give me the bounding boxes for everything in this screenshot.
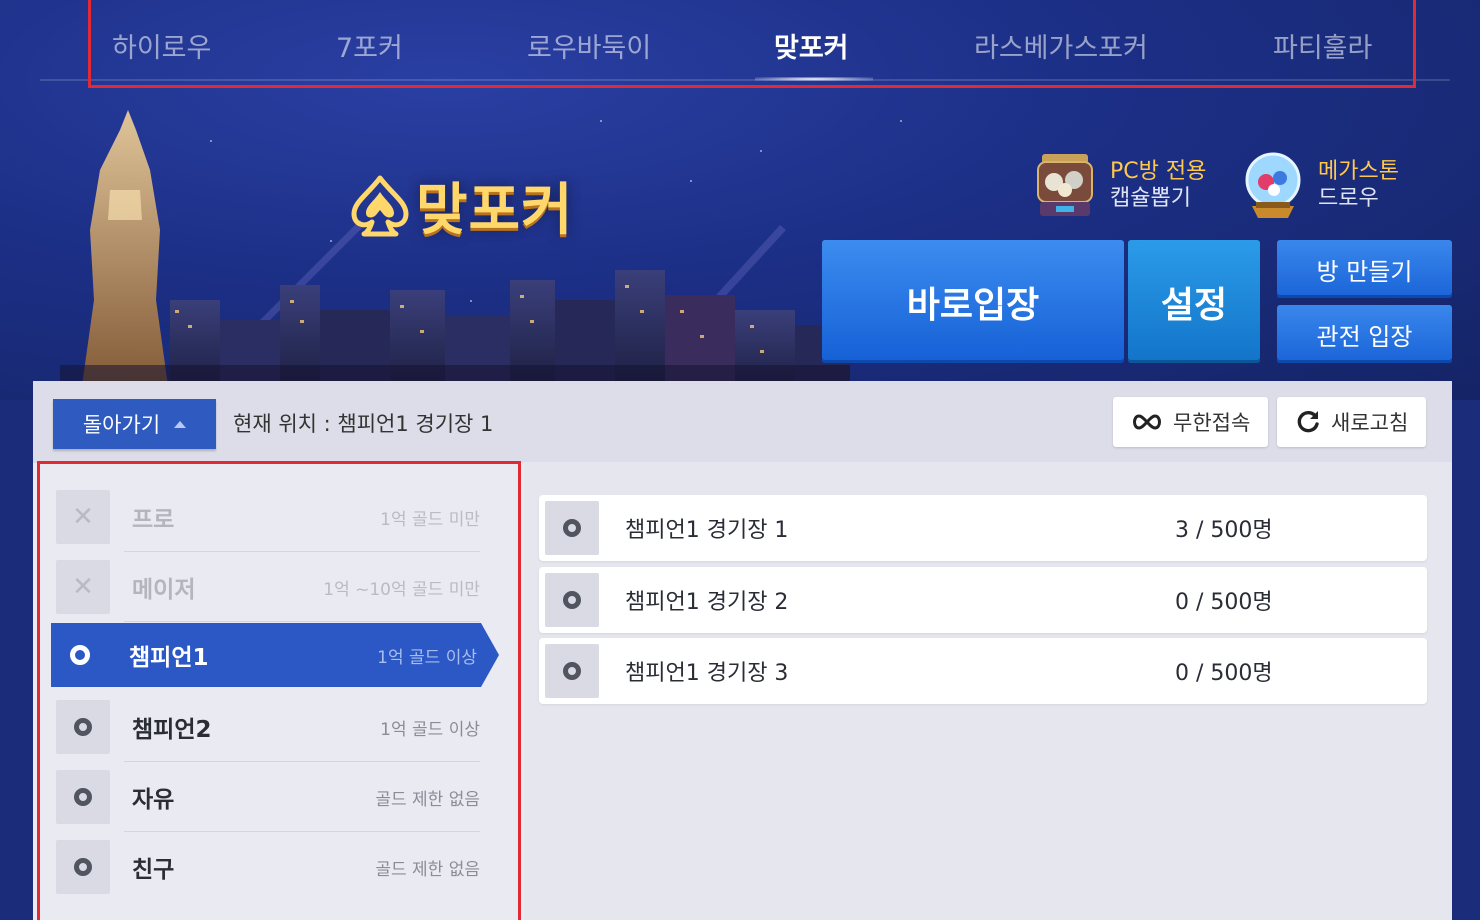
league-name: 챔피언2 bbox=[132, 717, 212, 743]
promo-capsule-title: PC방 전용 bbox=[1110, 159, 1207, 184]
radio-icon bbox=[74, 858, 92, 876]
league-name: 친구 bbox=[132, 857, 175, 883]
tab-hilow[interactable]: 하이로우 bbox=[112, 26, 211, 65]
league-condition: 1억 골드 미만 bbox=[380, 509, 480, 530]
league-item-friend[interactable]: 친구 골드 제한 없음 bbox=[54, 834, 480, 900]
quick-enter-button[interactable]: 바로입장 bbox=[822, 240, 1124, 363]
city-skyline-illustration bbox=[60, 110, 850, 400]
settings-button[interactable]: 설정 bbox=[1128, 240, 1260, 363]
tab-party-hula[interactable]: 파티훌라 bbox=[1273, 26, 1372, 65]
league-condition: 1억 골드 이상 bbox=[380, 719, 480, 740]
lobby-header: 돌아가기 현재 위치 : 챔피언1 경기장 1 무한접속 새로고침 bbox=[33, 381, 1452, 463]
radio-icon bbox=[563, 662, 581, 680]
radio-icon bbox=[563, 591, 581, 609]
league-item-pro[interactable]: ✕ 프로 1억 골드 미만 bbox=[54, 484, 480, 552]
league-name: 챔피언1 bbox=[129, 645, 209, 671]
active-tab-indicator bbox=[755, 77, 873, 81]
promo-megastone-title: 메가스톤 bbox=[1318, 159, 1399, 184]
room-player-count: 3 / 500명 bbox=[1175, 518, 1273, 543]
league-item-major[interactable]: ✕ 메이저 1억 ~10억 골드 미만 bbox=[54, 554, 480, 622]
megastone-draw-promo[interactable]: 메가스톤 드로우 bbox=[1238, 150, 1399, 220]
capsule-machine-icon bbox=[1037, 154, 1093, 216]
tab-7poker[interactable]: 7포커 bbox=[336, 26, 403, 65]
radio-icon bbox=[74, 788, 92, 806]
close-icon: ✕ bbox=[72, 502, 94, 532]
back-button[interactable]: 돌아가기 bbox=[53, 399, 216, 449]
tab-las-vegas-poker[interactable]: 라스베가스포커 bbox=[974, 26, 1148, 65]
watch-enter-button[interactable]: 관전 입장 bbox=[1277, 305, 1452, 363]
league-name: 프로 bbox=[132, 507, 175, 533]
game-tabs-highlight bbox=[88, 0, 1416, 88]
close-icon: ✕ bbox=[72, 572, 94, 602]
game-logo: 맞포커 bbox=[350, 165, 574, 246]
league-item-champion2[interactable]: 챔피언2 1억 골드 이상 bbox=[54, 694, 480, 762]
room-name: 챔피언1 경기장 3 bbox=[625, 661, 789, 686]
league-condition: 1억 골드 이상 bbox=[377, 647, 477, 668]
logo-text: 맞포커 bbox=[416, 178, 574, 243]
room-player-count: 0 / 500명 bbox=[1175, 661, 1273, 686]
create-room-button[interactable]: 방 만들기 bbox=[1277, 240, 1452, 298]
refresh-icon bbox=[1297, 410, 1319, 433]
room-name: 챔피언1 경기장 1 bbox=[625, 518, 789, 543]
league-list: ✕ 프로 1억 골드 미만 ✕ 메이저 1억 ~10억 골드 미만 챔피언1 1… bbox=[37, 461, 521, 920]
tab-mat-poker[interactable]: 맞포커 bbox=[774, 26, 849, 65]
radio-icon bbox=[563, 519, 581, 537]
room-row[interactable]: 챔피언1 경기장 3 0 / 500명 bbox=[539, 638, 1427, 704]
capsule-draw-promo[interactable]: PC방 전용 캡슐뽑기 bbox=[1030, 150, 1206, 220]
league-name: 자유 bbox=[132, 787, 175, 813]
league-name: 메이저 bbox=[132, 577, 196, 603]
infinite-connect-label: 무한접속 bbox=[1173, 411, 1251, 435]
room-name: 챔피언1 경기장 2 bbox=[625, 590, 789, 615]
radio-selected-icon bbox=[70, 645, 90, 665]
spade-logo-icon bbox=[351, 175, 409, 236]
league-condition: 1억 ~10억 골드 미만 bbox=[323, 579, 480, 600]
room-row[interactable]: 챔피언1 경기장 2 0 / 500명 bbox=[539, 567, 1427, 633]
tab-low-baduki[interactable]: 로우바둑이 bbox=[527, 26, 651, 65]
refresh-label: 새로고침 bbox=[1331, 411, 1409, 435]
room-row[interactable]: 챔피언1 경기장 1 3 / 500명 bbox=[539, 495, 1427, 561]
league-item-champion1[interactable]: 챔피언1 1억 골드 이상 bbox=[51, 623, 499, 687]
back-button-label: 돌아가기 bbox=[82, 413, 161, 437]
infinite-connect-button[interactable]: 무한접속 bbox=[1113, 397, 1269, 447]
league-condition: 골드 제한 없음 bbox=[375, 789, 480, 810]
promo-megastone-subtitle: 드로우 bbox=[1318, 186, 1379, 211]
league-condition: 골드 제한 없음 bbox=[375, 859, 480, 880]
room-player-count: 0 / 500명 bbox=[1175, 590, 1273, 615]
infinity-icon bbox=[1133, 414, 1161, 430]
crystal-ball-icon bbox=[1245, 152, 1301, 218]
caret-up-icon bbox=[174, 420, 187, 428]
promo-capsule-subtitle: 캡슐뽑기 bbox=[1110, 186, 1191, 211]
radio-icon bbox=[74, 718, 92, 736]
league-item-free[interactable]: 자유 골드 제한 없음 bbox=[54, 764, 480, 832]
current-location: 현재 위치 : 챔피언1 경기장 1 bbox=[233, 412, 494, 436]
refresh-button[interactable]: 새로고침 bbox=[1277, 397, 1427, 447]
